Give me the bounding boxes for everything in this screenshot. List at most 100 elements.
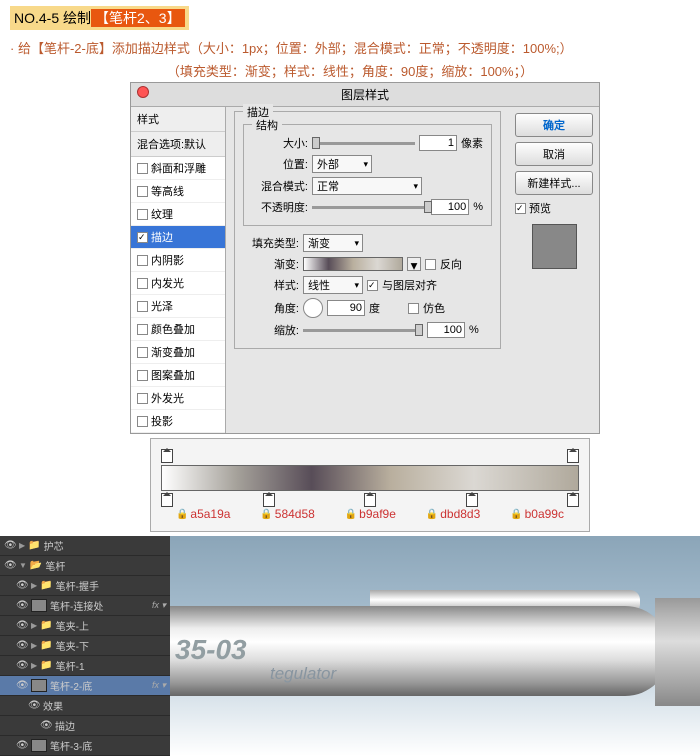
scale-input[interactable] xyxy=(427,322,465,338)
color-stop[interactable] xyxy=(161,493,173,507)
color-stop[interactable] xyxy=(567,493,579,507)
style-inner-glow[interactable]: 内发光 xyxy=(131,272,225,295)
angle-input[interactable] xyxy=(327,300,365,316)
blend-label: 混合模式: xyxy=(252,178,308,194)
style-texture[interactable]: 纹理 xyxy=(131,203,225,226)
chevron-right-icon: ▶ xyxy=(31,641,37,650)
blend-select[interactable]: 正常 xyxy=(312,177,422,195)
layer-folder[interactable]: 👁▶📁护芯 xyxy=(0,536,170,556)
color-stop[interactable] xyxy=(364,493,376,507)
style-label: 样式: xyxy=(243,277,299,293)
eye-icon: 👁 xyxy=(16,660,28,671)
reverse-checkbox[interactable] xyxy=(425,259,436,270)
cancel-button[interactable]: 取消 xyxy=(515,142,593,166)
layer-fx[interactable]: 👁描边 xyxy=(0,716,170,736)
style-satin[interactable]: 光泽 xyxy=(131,295,225,318)
pen-end xyxy=(655,598,700,706)
desc-line-2: （填充类型：渐变；样式：线性；角度：90度；缩放：100%；） xyxy=(0,59,700,82)
layers-panel: 👁▶📁护芯 👁▼📂笔杆 👁▶📁笔杆-握手 👁笔杆-连接处fx ▾ 👁▶📁笔夹-上… xyxy=(0,536,170,756)
layer-item-selected[interactable]: 👁笔杆-2-底fx ▾ xyxy=(0,676,170,696)
fx-badge: fx ▾ xyxy=(152,680,166,691)
style-gradient-overlay[interactable]: 渐变叠加 xyxy=(131,341,225,364)
style-color-overlay[interactable]: 颜色叠加 xyxy=(131,318,225,341)
gradient-dropdown-icon[interactable]: ▾ xyxy=(407,257,421,271)
eye-icon: 👁 xyxy=(4,540,16,551)
color-label: 🔒dbd8d3 xyxy=(426,507,481,521)
blend-default[interactable]: 混合选项:默认 xyxy=(131,132,225,157)
layer-thumb xyxy=(31,599,47,612)
step-title: NO.4-5 绘制【笔杆2、3】 xyxy=(10,6,189,30)
align-checkbox[interactable] xyxy=(367,280,378,291)
pos-select[interactable]: 外部 xyxy=(312,155,372,173)
layer-thumb xyxy=(31,679,47,692)
struct-title: 结构 xyxy=(252,117,282,133)
angle-label: 角度: xyxy=(243,300,299,316)
angle-dial[interactable] xyxy=(303,298,323,318)
layer-style-dialog: 图层样式 样式 混合选项:默认 斜面和浮雕 等高线 纹理 描边 内阴影 内发光 … xyxy=(130,82,600,434)
folder-icon: 📁 xyxy=(40,640,52,651)
layer-fx[interactable]: 👁效果 xyxy=(0,696,170,716)
dither-checkbox[interactable] xyxy=(408,303,419,314)
new-style-button[interactable]: 新建样式... xyxy=(515,171,593,195)
layer-item[interactable]: 👁笔杆-连接处fx ▾ xyxy=(0,596,170,616)
style-bevel[interactable]: 斜面和浮雕 xyxy=(131,157,225,180)
layer-folder[interactable]: 👁▶📁笔杆-握手 xyxy=(0,576,170,596)
opacity-stop[interactable] xyxy=(567,449,579,463)
eye-icon: 👁 xyxy=(16,600,28,611)
eye-icon: 👁 xyxy=(16,680,28,691)
chevron-down-icon: ▼ xyxy=(19,561,27,570)
preview-swatch xyxy=(532,224,577,269)
eye-icon: 👁 xyxy=(16,740,28,751)
eye-icon: 👁 xyxy=(40,720,52,731)
preview-checkbox[interactable] xyxy=(515,203,526,214)
size-input[interactable] xyxy=(419,135,457,151)
lock-icon: 🔒 xyxy=(426,509,438,520)
folder-icon: 📁 xyxy=(40,620,52,631)
style-list: 样式 混合选项:默认 斜面和浮雕 等高线 纹理 描边 内阴影 内发光 光泽 颜色… xyxy=(131,107,226,433)
styles-header[interactable]: 样式 xyxy=(131,107,225,132)
chevron-right-icon: ▶ xyxy=(19,541,25,550)
stroke-panel: 描边 结构 大小: 像素 位置: 外部 混合模式: 正常 xyxy=(226,107,509,433)
fill-select[interactable]: 渐变 xyxy=(303,234,363,252)
grad-label: 渐变: xyxy=(243,256,299,272)
chevron-right-icon: ▶ xyxy=(31,581,37,590)
layer-folder[interactable]: 👁▶📁笔杆-1 xyxy=(0,656,170,676)
color-stop[interactable] xyxy=(263,493,275,507)
pen-text-model: 35-03 xyxy=(175,634,247,666)
gradient-editor: 🔒a5a19a 🔒584d58 🔒b9af9e 🔒dbd8d3 🔒b0a99c xyxy=(150,438,590,532)
fx-badge: fx ▾ xyxy=(152,600,166,611)
folder-icon: 📁 xyxy=(40,580,52,591)
close-icon[interactable] xyxy=(137,86,149,98)
canvas-preview: 35-03 tegulator xyxy=(170,536,700,756)
eye-icon: 👁 xyxy=(16,580,28,591)
style-select[interactable]: 线性 xyxy=(303,276,363,294)
eye-icon: 👁 xyxy=(28,700,40,711)
gradient-preview[interactable] xyxy=(303,257,403,271)
layer-thumb xyxy=(31,739,47,752)
pos-label: 位置: xyxy=(252,156,308,172)
layer-folder[interactable]: 👁▶📁笔夹-上 xyxy=(0,616,170,636)
color-label: 🔒b9af9e xyxy=(345,507,396,521)
style-contour[interactable]: 等高线 xyxy=(131,180,225,203)
style-pattern-overlay[interactable]: 图案叠加 xyxy=(131,364,225,387)
lock-icon: 🔒 xyxy=(260,509,272,520)
opacity-input[interactable] xyxy=(431,199,469,215)
style-outer-glow[interactable]: 外发光 xyxy=(131,387,225,410)
opacity-slider[interactable] xyxy=(312,206,427,209)
lock-icon: 🔒 xyxy=(345,509,357,520)
color-stop[interactable] xyxy=(466,493,478,507)
style-inner-shadow[interactable]: 内阴影 xyxy=(131,249,225,272)
layer-item[interactable]: 👁笔杆-3-底 xyxy=(0,736,170,756)
style-drop-shadow[interactable]: 投影 xyxy=(131,410,225,433)
size-label: 大小: xyxy=(252,135,308,151)
layer-folder[interactable]: 👁▼📂笔杆 xyxy=(0,556,170,576)
ok-button[interactable]: 确定 xyxy=(515,113,593,137)
scale-slider[interactable] xyxy=(303,329,423,332)
color-label: 🔒b0a99c xyxy=(510,507,564,521)
opacity-stop[interactable] xyxy=(161,449,173,463)
chevron-right-icon: ▶ xyxy=(31,661,37,670)
layer-folder[interactable]: 👁▶📁笔夹-下 xyxy=(0,636,170,656)
folder-icon: 📂 xyxy=(30,560,42,571)
style-stroke[interactable]: 描边 xyxy=(131,226,225,249)
size-slider[interactable] xyxy=(312,142,415,145)
